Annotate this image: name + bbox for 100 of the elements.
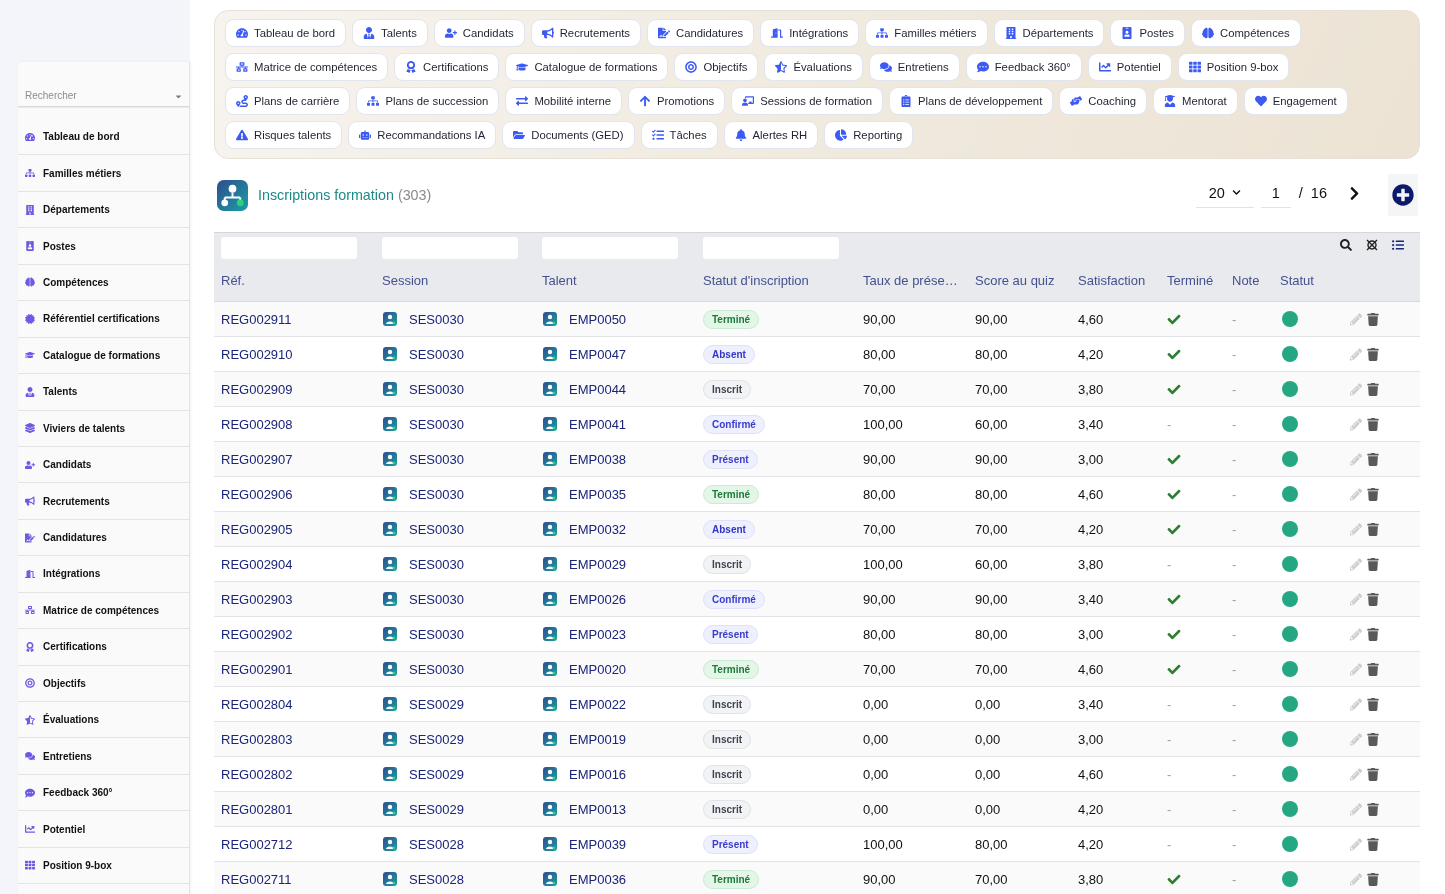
talent-link[interactable]: EMP0050 [569, 311, 627, 327]
talent-link[interactable]: EMP0019 [569, 731, 627, 747]
sidebar-item[interactable]: Potentiel [18, 811, 189, 848]
nav-button[interactable]: Candidatures [647, 19, 755, 47]
session-link[interactable]: SES0028 [409, 836, 464, 852]
session-link[interactable]: SES0029 [409, 766, 464, 782]
sidebar-item[interactable]: Certifications [18, 629, 189, 666]
nav-button[interactable]: Potentiel [1087, 53, 1172, 81]
search-button[interactable] [1340, 239, 1352, 251]
column-header[interactable]: Note [1225, 272, 1273, 288]
sidebar-item[interactable]: Tableau de bord [18, 119, 189, 156]
delete-button[interactable] [1367, 837, 1379, 851]
column-header[interactable]: Terminé [1160, 272, 1225, 288]
session-link[interactable]: SES0030 [409, 661, 464, 677]
nav-button[interactable]: Engagement [1243, 87, 1348, 115]
session-link[interactable]: SES0030 [409, 381, 464, 397]
nav-button[interactable]: Plans de carrière [225, 87, 351, 115]
sidebar-item[interactable]: Entretiens [18, 738, 189, 775]
nav-button[interactable]: Plans de développement [888, 87, 1054, 115]
nav-button[interactable]: Familles métiers [865, 19, 988, 47]
sidebar-item[interactable]: Position 9-box [18, 847, 189, 885]
delete-button[interactable] [1367, 452, 1379, 466]
column-header[interactable]: Satisfaction [1071, 272, 1160, 288]
delete-button[interactable] [1367, 697, 1379, 711]
column-header[interactable]: Statut [1273, 272, 1333, 288]
nav-button[interactable]: Mentorat [1153, 87, 1238, 115]
talent-link[interactable]: EMP0013 [569, 801, 627, 817]
delete-button[interactable] [1367, 312, 1379, 326]
session-link[interactable]: SES0029 [409, 696, 464, 712]
nav-button[interactable]: Entretiens [868, 53, 960, 81]
session-link[interactable]: SES0030 [409, 416, 464, 432]
session-link[interactable]: SES0029 [409, 801, 464, 817]
nav-button[interactable]: Coaching [1059, 87, 1148, 115]
talent-link[interactable]: EMP0022 [569, 696, 627, 712]
sidebar-item[interactable]: Candidats [18, 446, 189, 484]
talent-link[interactable]: EMP0016 [569, 766, 627, 782]
sidebar-item[interactable]: Matrice de compétences [18, 592, 189, 630]
delete-button[interactable] [1367, 872, 1379, 886]
talent-link[interactable]: EMP0035 [569, 486, 627, 502]
sidebar-item[interactable]: Compétences [18, 264, 189, 302]
session-link[interactable]: SES0030 [409, 486, 464, 502]
nav-button[interactable]: Recommandations IA [348, 121, 497, 149]
page-field[interactable]: 1 [1260, 178, 1291, 208]
nav-button[interactable]: Position 9-box [1177, 53, 1290, 81]
nav-button[interactable]: Départements [993, 19, 1105, 47]
talent-link[interactable]: EMP0047 [569, 346, 627, 362]
reference-link[interactable]: REG002901 [221, 661, 293, 677]
column-header[interactable]: Réf. [214, 272, 375, 288]
sidebar-item[interactable]: Départements [18, 191, 189, 229]
nav-button[interactable]: Candidats [433, 19, 525, 47]
talent-link[interactable]: EMP0029 [569, 556, 627, 572]
reference-link[interactable]: REG002804 [221, 696, 293, 712]
nav-button[interactable]: Évaluations [764, 53, 863, 81]
nav-button[interactable]: Recrutements [530, 19, 642, 47]
nav-button[interactable]: Certifications [394, 53, 500, 81]
sidebar-item[interactable]: Familles métiers [18, 155, 189, 192]
delete-button[interactable] [1367, 767, 1379, 781]
reference-link[interactable]: REG002801 [221, 801, 293, 817]
column-header[interactable]: Talent [535, 272, 696, 288]
session-link[interactable]: SES0030 [409, 311, 464, 327]
clear-filter-button[interactable] [1366, 239, 1378, 251]
per-page-select[interactable]: 20 [1195, 178, 1254, 208]
nav-button[interactable]: Plans de succession [356, 87, 500, 115]
reference-link[interactable]: REG002712 [221, 836, 293, 852]
reference-link[interactable]: REG002904 [221, 556, 293, 572]
nav-button[interactable]: Intégrations [760, 19, 860, 47]
nav-button[interactable]: Talents [352, 19, 428, 47]
nav-button[interactable]: Alertes RH [723, 121, 819, 149]
delete-button[interactable] [1367, 802, 1379, 816]
reference-link[interactable]: REG002905 [221, 521, 293, 537]
delete-button[interactable] [1367, 732, 1379, 746]
talent-link[interactable]: EMP0032 [569, 521, 627, 537]
delete-button[interactable] [1367, 522, 1379, 536]
session-link[interactable]: SES0030 [409, 591, 464, 607]
sidebar-item[interactable]: Candidatures [18, 519, 189, 557]
reference-link[interactable]: REG002803 [221, 731, 293, 747]
reference-link[interactable]: REG002711 [221, 871, 292, 887]
column-header[interactable]: Score au quiz [968, 272, 1071, 288]
session-link[interactable]: SES0030 [409, 346, 464, 362]
column-header[interactable]: Taux de prése… [856, 272, 968, 288]
delete-button[interactable] [1367, 487, 1379, 501]
talent-link[interactable]: EMP0036 [569, 871, 627, 887]
sidebar-item[interactable]: Catalogue de formations [18, 337, 189, 375]
session-link[interactable]: SES0028 [409, 871, 464, 887]
nav-button[interactable]: Postes [1110, 19, 1185, 47]
reference-link[interactable]: REG002907 [221, 451, 293, 467]
sidebar-item[interactable]: Talents [18, 374, 189, 411]
column-header[interactable]: Session [375, 272, 535, 288]
nav-button[interactable]: Tableau de bord [225, 19, 347, 47]
nav-button[interactable]: Catalogue de formations [505, 53, 669, 81]
nav-button[interactable]: Risques talents [225, 121, 343, 149]
sidebar-item[interactable]: Recrutements [18, 483, 189, 520]
nav-button[interactable]: Tâches [640, 121, 718, 149]
add-button[interactable] [1388, 174, 1418, 216]
column-header[interactable]: Statut d'inscription [696, 272, 856, 288]
session-link[interactable]: SES0030 [409, 521, 464, 537]
nav-button[interactable]: Sessions de formation [731, 87, 883, 115]
nav-button[interactable]: Reporting [824, 121, 914, 149]
delete-button[interactable] [1367, 382, 1379, 396]
sidebar-item[interactable]: Viviers de talents [18, 410, 189, 447]
